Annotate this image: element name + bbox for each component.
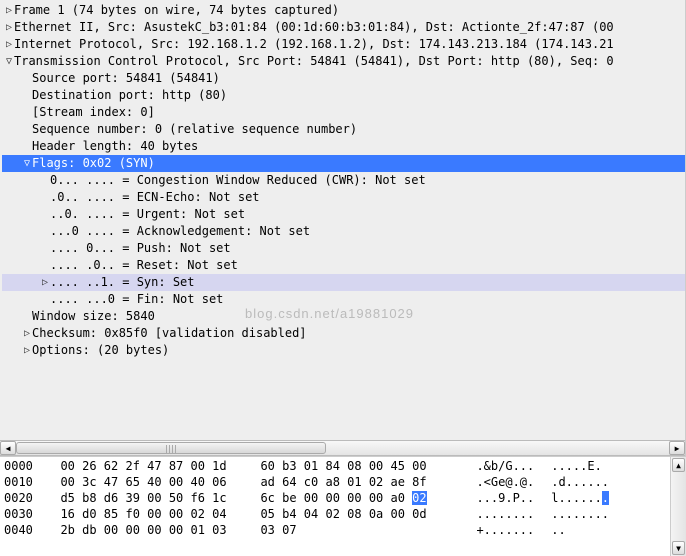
ack-label: ...0 .... = Acknowledgement: Not set xyxy=(50,223,310,240)
ecn-label: .0.. .... = ECN-Echo: Not set xyxy=(50,189,260,206)
hdrlen-label: Header length: 40 bytes xyxy=(32,138,198,155)
scroll-up-icon[interactable]: ▲ xyxy=(672,458,685,472)
hex-offset: 0040 xyxy=(4,523,46,539)
checksum-label: Checksum: 0x85f0 [validation disabled] xyxy=(32,325,307,342)
flags-label: Flags: 0x02 (SYN) xyxy=(32,155,155,172)
collapse-icon[interactable]: ▽ xyxy=(4,53,14,70)
hex-bytes: 16 d0 85 f0 00 00 02 04 xyxy=(46,507,246,523)
winsize-row[interactable]: Window size: 5840 xyxy=(2,308,685,325)
hex-offset: 0020 xyxy=(4,491,46,507)
hex-offset: 0030 xyxy=(4,507,46,523)
hex-offset: 0000 xyxy=(4,459,46,475)
hex-ascii-highlight: . xyxy=(602,491,609,505)
hex-offset: 0010 xyxy=(4,475,46,491)
hex-ascii: ...9.P.. xyxy=(462,491,544,507)
scroll-thumb[interactable] xyxy=(16,442,326,454)
options-label: Options: (20 bytes) xyxy=(32,342,169,359)
ethernet-row[interactable]: ▷ Ethernet II, Src: AsustekC_b3:01:84 (0… xyxy=(2,19,685,36)
hex-bytes: 05 b4 04 02 08 0a 00 0d xyxy=(246,507,462,523)
stream-index-label: [Stream index: 0] xyxy=(32,104,155,121)
checksum-row[interactable]: ▷ Checksum: 0x85f0 [validation disabled] xyxy=(2,325,685,342)
options-row[interactable]: ▷ Options: (20 bytes) xyxy=(2,342,685,359)
packet-details-pane[interactable]: ▷ Frame 1 (74 bytes on wire, 74 bytes ca… xyxy=(0,0,686,456)
scroll-left-icon[interactable]: ◀ xyxy=(0,441,16,455)
seq-label: Sequence number: 0 (relative sequence nu… xyxy=(32,121,357,138)
syn-label: .... ..1. = Syn: Set xyxy=(50,274,195,291)
proto-tree: ▷ Frame 1 (74 bytes on wire, 74 bytes ca… xyxy=(0,0,685,361)
ip-label: Internet Protocol, Src: 192.168.1.2 (192… xyxy=(14,36,614,53)
expand-icon[interactable]: ▷ xyxy=(40,274,50,291)
hex-row[interactable]: 0010 00 3c 47 65 40 00 40 06 ad 64 c0 a8… xyxy=(4,475,682,491)
hex-row[interactable]: 0030 16 d0 85 f0 00 00 02 04 05 b4 04 02… xyxy=(4,507,682,523)
push-row[interactable]: .... 0... = Push: Not set xyxy=(2,240,685,257)
ip-row[interactable]: ▷ Internet Protocol, Src: 192.168.1.2 (1… xyxy=(2,36,685,53)
hex-row[interactable]: 0020 d5 b8 d6 39 00 50 f6 1c 6c be 00 00… xyxy=(4,491,682,507)
push-label: .... 0... = Push: Not set xyxy=(50,240,231,257)
dst-port-label: Destination port: http (80) xyxy=(32,87,227,104)
hex-bytes: 6c be 00 00 00 00 a0 02 xyxy=(246,491,462,507)
flags-row[interactable]: ▽ Flags: 0x02 (SYN) xyxy=(2,155,685,172)
stream-index-row[interactable]: [Stream index: 0] xyxy=(2,104,685,121)
scroll-down-icon[interactable]: ▼ xyxy=(672,541,685,555)
ecn-row[interactable]: .0.. .... = ECN-Echo: Not set xyxy=(2,189,685,206)
src-port-row[interactable]: Source port: 54841 (54841) xyxy=(2,70,685,87)
winsize-label: Window size: 5840 xyxy=(32,308,155,325)
fin-row[interactable]: .... ...0 = Fin: Not set xyxy=(2,291,685,308)
tcp-row[interactable]: ▽ Transmission Control Protocol, Src Por… xyxy=(2,53,685,70)
hex-bytes: ad 64 c0 a8 01 02 ae 8f xyxy=(246,475,462,491)
hex-bytes: 60 b3 01 84 08 00 45 00 xyxy=(246,459,462,475)
hex-row[interactable]: 0000 00 26 62 2f 47 87 00 1d 60 b3 01 84… xyxy=(4,459,682,475)
src-port-label: Source port: 54841 (54841) xyxy=(32,70,220,87)
collapse-icon[interactable]: ▽ xyxy=(22,155,32,172)
hex-ascii: .. xyxy=(544,523,566,539)
scroll-track[interactable] xyxy=(671,473,686,540)
hex-ascii: .d...... xyxy=(544,475,609,491)
hex-highlight: 02 xyxy=(412,491,426,505)
frame-row[interactable]: ▷ Frame 1 (74 bytes on wire, 74 bytes ca… xyxy=(2,2,685,19)
hex-row[interactable]: 0040 2b db 00 00 00 00 01 03 03 07 +....… xyxy=(4,523,682,539)
urg-label: ..0. .... = Urgent: Not set xyxy=(50,206,245,223)
syn-row[interactable]: ▷ .... ..1. = Syn: Set xyxy=(2,274,685,291)
horizontal-scrollbar[interactable]: ◀ ▶ xyxy=(0,440,685,456)
expand-icon[interactable]: ▷ xyxy=(4,2,14,19)
hex-bytes: 03 07 xyxy=(246,523,462,539)
ethernet-label: Ethernet II, Src: AsustekC_b3:01:84 (00:… xyxy=(14,19,614,36)
urg-row[interactable]: ..0. .... = Urgent: Not set xyxy=(2,206,685,223)
frame-label: Frame 1 (74 bytes on wire, 74 bytes capt… xyxy=(14,2,339,19)
tcp-label: Transmission Control Protocol, Src Port:… xyxy=(14,53,614,70)
reset-row[interactable]: .... .0.. = Reset: Not set xyxy=(2,257,685,274)
vertical-scrollbar[interactable]: ▲ ▼ xyxy=(670,457,686,556)
hex-ascii: .<Ge@.@. xyxy=(462,475,544,491)
hex-dump-pane[interactable]: 0000 00 26 62 2f 47 87 00 1d 60 b3 01 84… xyxy=(0,456,686,556)
hex-ascii: +....... xyxy=(462,523,544,539)
hex-ascii: ........ xyxy=(544,507,609,523)
scroll-track[interactable] xyxy=(16,441,669,455)
hex-bytes: 00 3c 47 65 40 00 40 06 xyxy=(46,475,246,491)
hex-bytes: 2b db 00 00 00 00 01 03 xyxy=(46,523,246,539)
hex-rows: 0000 00 26 62 2f 47 87 00 1d 60 b3 01 84… xyxy=(4,459,682,539)
ack-row[interactable]: ...0 .... = Acknowledgement: Not set xyxy=(2,223,685,240)
reset-label: .... .0.. = Reset: Not set xyxy=(50,257,238,274)
hdrlen-row[interactable]: Header length: 40 bytes xyxy=(2,138,685,155)
hex-ascii: .&b/G... xyxy=(462,459,544,475)
hex-bytes: 00 26 62 2f 47 87 00 1d xyxy=(46,459,246,475)
hex-ascii: .....E. xyxy=(544,459,602,475)
expand-icon[interactable]: ▷ xyxy=(4,19,14,36)
hex-bytes: d5 b8 d6 39 00 50 f6 1c xyxy=(46,491,246,507)
hex-ascii: ........ xyxy=(462,507,544,523)
hex-ascii: l....... xyxy=(544,491,609,507)
cwr-label: 0... .... = Congestion Window Reduced (C… xyxy=(50,172,426,189)
scroll-right-icon[interactable]: ▶ xyxy=(669,441,685,455)
dst-port-row[interactable]: Destination port: http (80) xyxy=(2,87,685,104)
expand-icon[interactable]: ▷ xyxy=(4,36,14,53)
cwr-row[interactable]: 0... .... = Congestion Window Reduced (C… xyxy=(2,172,685,189)
seq-row[interactable]: Sequence number: 0 (relative sequence nu… xyxy=(2,121,685,138)
expand-icon[interactable]: ▷ xyxy=(22,342,32,359)
expand-icon[interactable]: ▷ xyxy=(22,325,32,342)
fin-label: .... ...0 = Fin: Not set xyxy=(50,291,223,308)
